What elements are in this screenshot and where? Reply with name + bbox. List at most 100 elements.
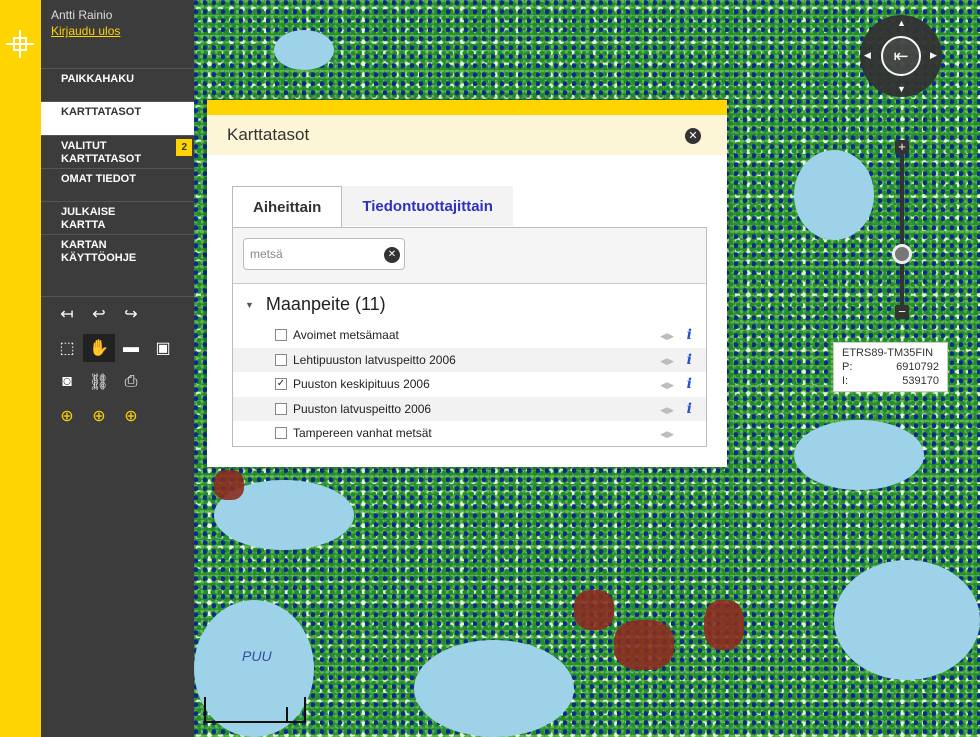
- map-place-label: PUU: [242, 648, 272, 664]
- coord-p-value: 6910792: [896, 361, 939, 373]
- coordinate-display: ETRS89-TM35FIN P: 6910792 I: 539170: [833, 342, 948, 392]
- user-name: Antti Rainio: [51, 8, 113, 22]
- pan-right-icon[interactable]: ▶: [930, 50, 937, 61]
- add-point-icon[interactable]: ⊕: [51, 402, 83, 430]
- opacity-arrows-icon[interactable]: ◀▶: [660, 405, 674, 416]
- layer-list: Avoimet metsämaat ◀▶ i Lehtipuuston latvusp…: [233, 323, 706, 446]
- zoom-handle[interactable]: [892, 244, 912, 264]
- layer-checkbox[interactable]: [275, 402, 287, 415]
- dialog-topbar: [207, 100, 727, 115]
- menu-item-selected-layers[interactable]: VALITUT KARTTATASOT 2: [41, 135, 194, 168]
- pan-left-icon[interactable]: ◀: [864, 50, 871, 61]
- layer-row[interactable]: Tampereen vanhat metsät ◀▶: [233, 421, 706, 446]
- coordinate-system: ETRS89-TM35FIN: [842, 347, 934, 359]
- opacity-arrows-icon[interactable]: ◀▶: [660, 429, 674, 440]
- left-rail: [0, 0, 41, 737]
- layer-name: Lehtipuuston latvuspeitto 2006: [293, 352, 456, 367]
- layer-name: Puuston keskipituus 2006: [293, 377, 430, 392]
- dialog-title: Karttatasot: [227, 125, 310, 144]
- clear-search-icon[interactable]: ✕: [384, 247, 400, 263]
- redo-icon[interactable]: ↪: [115, 300, 147, 328]
- coord-i-value: 539170: [902, 375, 939, 387]
- search-value: metsä: [250, 247, 283, 261]
- menu-item-my-data[interactable]: OMAT TIEDOT: [41, 168, 194, 201]
- layer-row[interactable]: Lehtipuuston latvuspeitto 2006 ◀▶ i: [233, 347, 706, 372]
- tab-by-provider[interactable]: Tiedontuottajittain: [342, 186, 513, 226]
- toolbar: ↤ ↩ ↪ ⬚ ✋ ▬ ▣ ◙ ⛓ ⎙ ⊕ ⊕ ⊕: [41, 296, 194, 433]
- layer-group-title: Maanpeite (11): [265, 294, 386, 314]
- layer-checkbox[interactable]: [275, 353, 287, 366]
- measure-line-icon[interactable]: ▬: [115, 334, 147, 362]
- collapse-triangle-icon[interactable]: ▼: [245, 300, 254, 310]
- map-navigation-control[interactable]: ▲ ▼ ◀ ▶ ⇤: [860, 15, 942, 97]
- selected-count-badge: 2: [176, 139, 192, 156]
- sidebar: Antti Rainio Kirjaudu ulos PAIKKAHAKU KA…: [41, 0, 194, 737]
- layer-row[interactable]: Avoimet metsämaat ◀▶ i: [233, 323, 706, 348]
- info-icon[interactable]: i: [687, 401, 692, 417]
- logout-link[interactable]: Kirjaudu ulos: [51, 24, 184, 38]
- camera-icon[interactable]: ◙: [51, 368, 83, 396]
- link-icon[interactable]: ⛓: [83, 368, 115, 396]
- menu-label: KARTTATASOT: [61, 153, 142, 165]
- layer-name: Avoimet metsämaat: [293, 328, 399, 343]
- menu-item-layers[interactable]: KARTTATASOT: [41, 101, 194, 135]
- reset-view-icon[interactable]: ↤: [51, 300, 83, 328]
- undo-icon[interactable]: ↩: [83, 300, 115, 328]
- zoom-in-button[interactable]: +: [895, 140, 909, 154]
- layer-checkbox[interactable]: [275, 329, 287, 342]
- lake: [274, 30, 334, 70]
- menu-label: OMAT TIEDOT: [61, 173, 136, 185]
- measure-area-icon[interactable]: ▣: [147, 334, 179, 362]
- layer-tabs: Aiheittain Tiedontuottajittain: [232, 186, 707, 227]
- info-icon[interactable]: i: [687, 352, 692, 368]
- lake: [794, 150, 874, 240]
- lake: [414, 640, 574, 737]
- coord-i-label: I:: [842, 375, 849, 387]
- menu-item-map-guide[interactable]: KARTAN KÄYTTÖOHJE: [41, 234, 194, 267]
- zoom-slider[interactable]: + −: [892, 140, 912, 319]
- add-line-icon[interactable]: ⊕: [83, 402, 115, 430]
- close-icon[interactable]: ✕: [685, 128, 701, 144]
- tab-by-theme[interactable]: Aiheittain: [232, 186, 343, 227]
- layer-panel: metsä ✕ ▼ Maanpeite (11) Avoimet metsäma…: [232, 227, 707, 447]
- crosshair-icon[interactable]: [6, 30, 34, 58]
- zoom-out-button[interactable]: −: [895, 305, 909, 319]
- lake: [794, 420, 924, 490]
- layer-name: Tampereen vanhat metsät: [293, 426, 432, 441]
- print-icon[interactable]: ⎙: [115, 368, 147, 396]
- menu-item-search[interactable]: PAIKKAHAKU: [41, 68, 194, 101]
- layer-group-header[interactable]: ▼ Maanpeite (11): [233, 284, 706, 323]
- menu-item-publish-map[interactable]: JULKAISE KARTTA: [41, 201, 194, 234]
- pan-hand-icon[interactable]: ✋: [83, 334, 115, 362]
- pan-up-icon[interactable]: ▲: [897, 18, 906, 28]
- menu-label: KARTTATASOT: [61, 106, 142, 118]
- layer-row[interactable]: Puuston latvuspeitto 2006 ◀▶ i: [233, 396, 706, 421]
- menu-label: PAIKKAHAKU: [61, 73, 135, 85]
- scale-bar: [204, 697, 306, 723]
- map-patch: [214, 470, 244, 500]
- layer-row[interactable]: ✓ Puuston keskipituus 2006 ◀▶ i: [233, 372, 706, 397]
- layer-checkbox[interactable]: ✓: [275, 378, 287, 391]
- coord-p-label: P:: [842, 361, 853, 373]
- layers-dialog: Karttatasot ✕ Aiheittain Tiedontuottajit…: [207, 100, 727, 467]
- reset-view-icon[interactable]: ⇤: [881, 36, 921, 76]
- dialog-header[interactable]: Karttatasot ✕: [207, 115, 727, 155]
- pan-down-icon[interactable]: ▼: [897, 84, 906, 94]
- opacity-arrows-icon[interactable]: ◀▶: [660, 380, 674, 391]
- info-icon[interactable]: i: [687, 327, 692, 343]
- zoom-box-icon[interactable]: ⬚: [51, 334, 83, 362]
- menu-label: KÄYTTÖOHJE: [61, 252, 137, 264]
- layer-checkbox[interactable]: [275, 427, 287, 440]
- info-icon[interactable]: i: [687, 376, 692, 392]
- layer-search-input[interactable]: metsä ✕: [243, 238, 405, 270]
- map-patch: [704, 600, 744, 650]
- lake: [834, 560, 980, 680]
- menu-label: KARTAN: [61, 239, 107, 251]
- map-patch: [614, 620, 674, 670]
- opacity-arrows-icon[interactable]: ◀▶: [660, 356, 674, 367]
- add-area-icon[interactable]: ⊕: [115, 402, 147, 430]
- map-patch: [574, 590, 614, 630]
- layer-name: Puuston latvuspeitto 2006: [293, 401, 432, 416]
- opacity-arrows-icon[interactable]: ◀▶: [660, 331, 674, 342]
- menu-label: VALITUT: [61, 140, 107, 152]
